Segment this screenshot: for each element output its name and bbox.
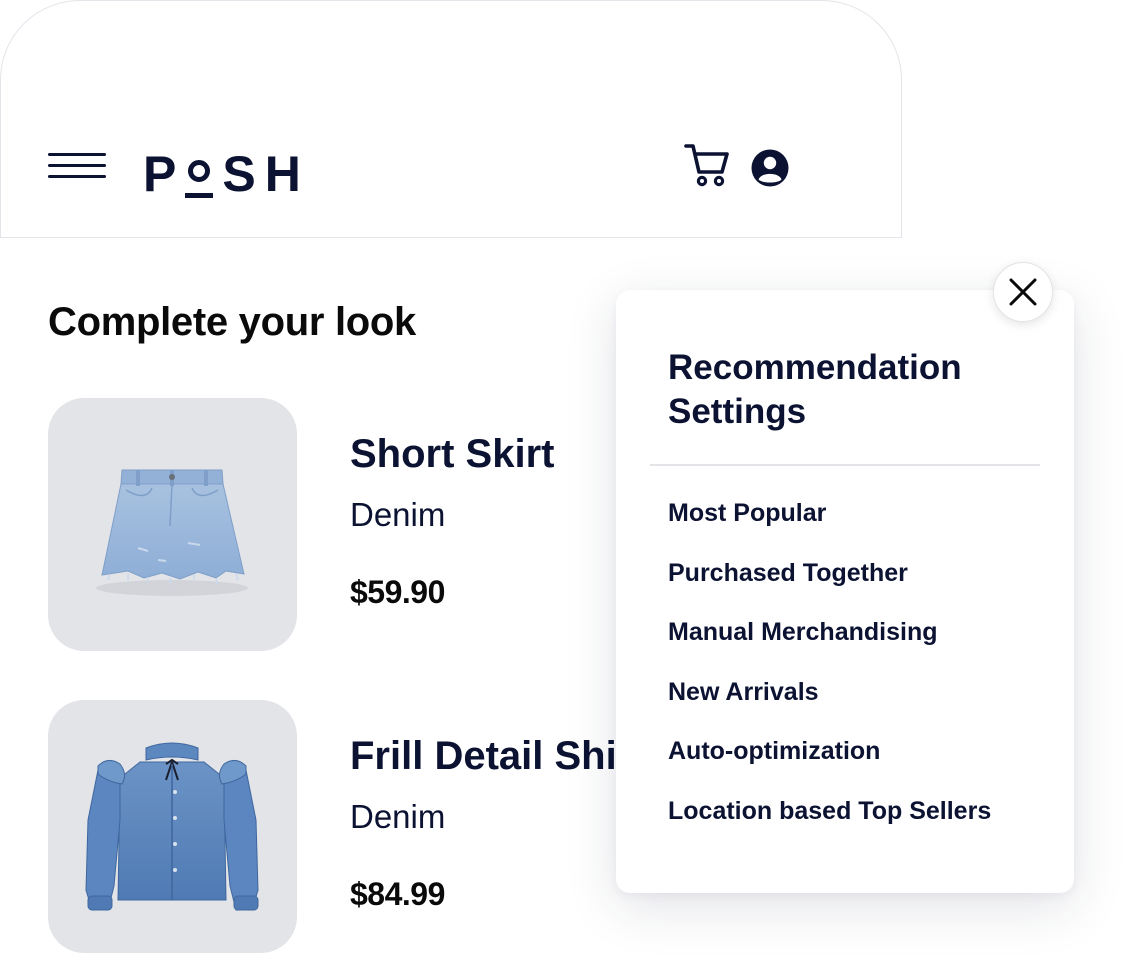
product-price: $84.99 bbox=[350, 876, 445, 912]
logo-o-mark bbox=[185, 151, 214, 199]
product-price: $59.90 bbox=[350, 574, 445, 610]
product-card[interactable]: Short Skirt Denim $59.90 bbox=[48, 398, 648, 652]
user-account-icon[interactable] bbox=[751, 149, 789, 187]
close-icon bbox=[1009, 278, 1037, 306]
option-most-popular[interactable]: Most Popular bbox=[668, 499, 991, 559]
option-location-based-top-sellers[interactable]: Location based Top Sellers bbox=[668, 797, 991, 857]
brand-logo[interactable]: P S H bbox=[143, 139, 310, 199]
product-name[interactable]: Short Skirt bbox=[350, 432, 554, 477]
recommendation-options-list: Most Popular Purchased Together Manual M… bbox=[668, 499, 991, 856]
product-material: Denim bbox=[350, 496, 446, 533]
shopping-cart-icon[interactable] bbox=[684, 142, 730, 188]
option-manual-merchandising[interactable]: Manual Merchandising bbox=[668, 618, 991, 678]
option-auto-optimization[interactable]: Auto-optimization bbox=[668, 737, 991, 797]
phone-frame: P S H bbox=[0, 0, 902, 238]
hamburger-menu-icon[interactable] bbox=[48, 153, 106, 179]
close-button[interactable] bbox=[993, 262, 1053, 322]
product-image-shirt[interactable] bbox=[48, 700, 297, 953]
product-material: Denim bbox=[350, 798, 446, 835]
product-name[interactable]: Frill Detail Shi bbox=[350, 734, 617, 779]
logo-letter-p: P bbox=[143, 146, 186, 202]
option-purchased-together[interactable]: Purchased Together bbox=[668, 559, 991, 619]
popover-title: Recommendation Settings bbox=[668, 348, 962, 431]
logo-letter-h: H bbox=[264, 146, 310, 202]
product-image-skirt[interactable] bbox=[48, 398, 297, 651]
product-card[interactable]: Frill Detail Shi Denim $84.99 bbox=[48, 700, 648, 954]
option-new-arrivals[interactable]: New Arrivals bbox=[668, 678, 991, 738]
section-title: Complete your look bbox=[48, 300, 416, 344]
logo-letter-s: S bbox=[222, 146, 265, 202]
popover-divider bbox=[650, 464, 1040, 466]
recommendation-settings-popover: Recommendation Settings Most Popular Pur… bbox=[616, 290, 1074, 893]
